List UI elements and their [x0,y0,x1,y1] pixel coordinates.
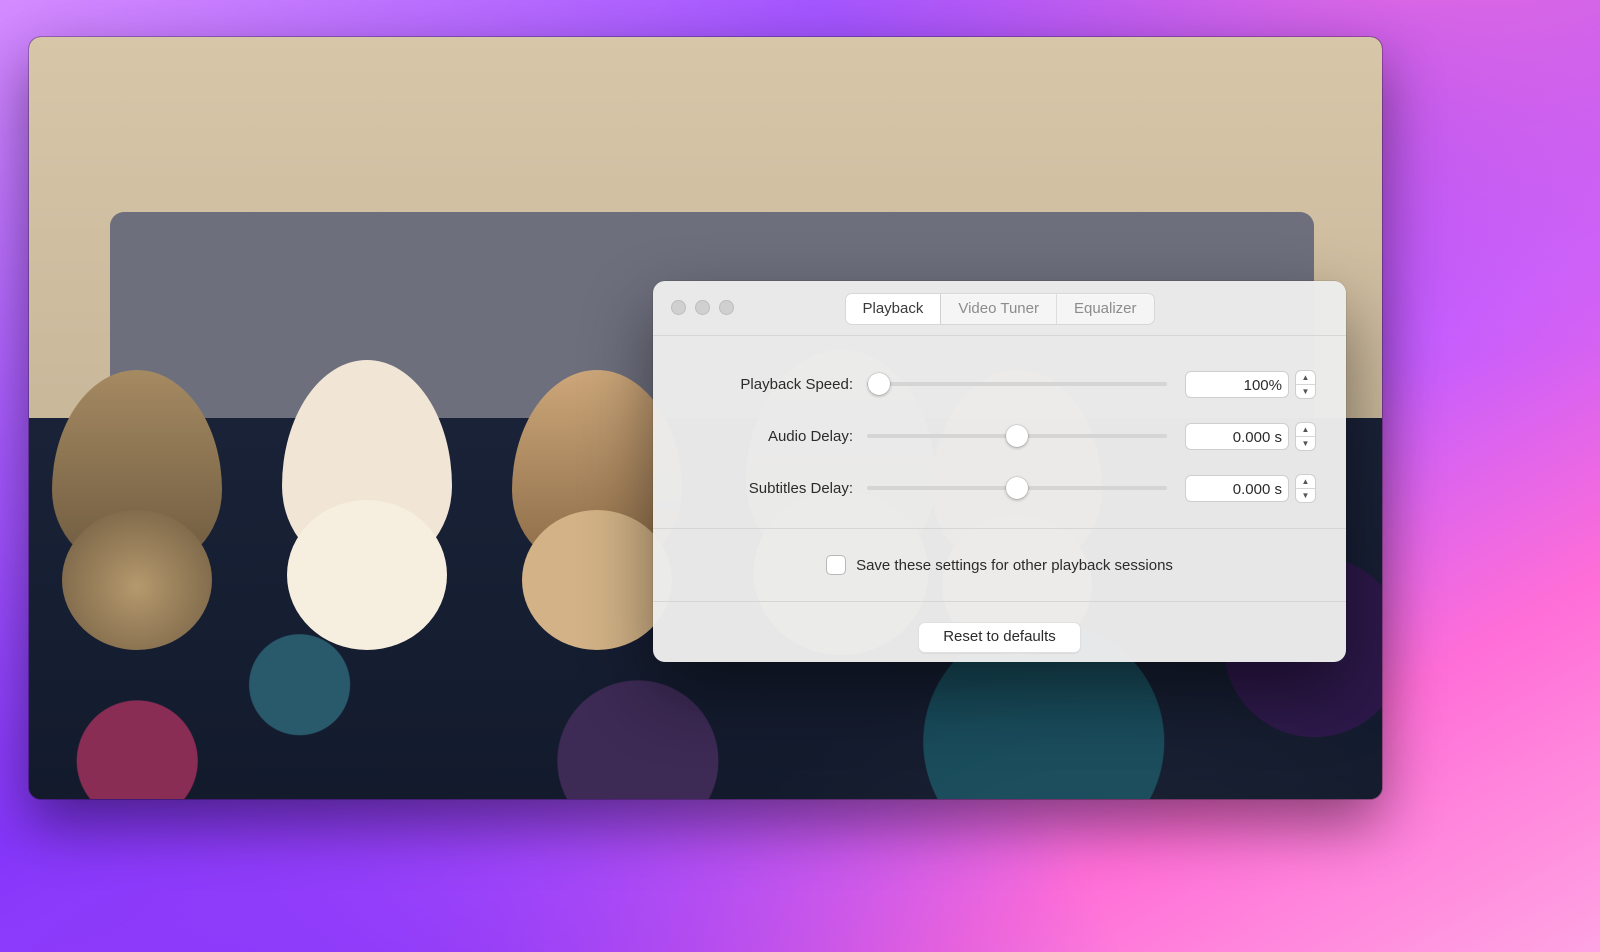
stepper-up-icon[interactable]: ▲ [1296,371,1315,385]
close-window-button[interactable] [671,300,686,315]
playback-speed-slider[interactable] [867,382,1167,386]
reset-to-defaults-button[interactable]: Reset to defaults [918,622,1081,653]
subtitles-delay-value[interactable]: 0.000 s [1185,475,1289,502]
panel-titlebar: Playback Video Tuner Equalizer [653,281,1346,336]
audio-delay-stepper[interactable]: ▲ ▼ [1295,422,1316,451]
stepper-down-icon[interactable]: ▼ [1296,437,1315,450]
stepper-up-icon[interactable]: ▲ [1296,475,1315,489]
subtitles-delay-thumb[interactable] [1006,477,1028,499]
audio-delay-slider[interactable] [867,434,1167,438]
subtitles-delay-slider[interactable] [867,486,1167,490]
playback-speed-label: Playback Speed: [683,376,867,393]
save-settings-label: Save these settings for other playback s… [856,557,1173,574]
stepper-up-icon[interactable]: ▲ [1296,423,1315,437]
subtitles-delay-row: Subtitles Delay: 0.000 s ▲ ▼ [683,462,1316,514]
save-settings-checkbox[interactable] [826,555,846,575]
minimize-window-button[interactable] [695,300,710,315]
settings-tabs: Playback Video Tuner Equalizer [844,293,1154,325]
playback-speed-value[interactable]: 100% [1185,371,1289,398]
window-controls [671,300,734,315]
audio-delay-label: Audio Delay: [683,428,867,445]
stepper-down-icon[interactable]: ▼ [1296,489,1315,502]
playback-speed-row: Playback Speed: 100% ▲ ▼ [683,358,1316,410]
playback-settings-panel: Playback Video Tuner Equalizer Playback … [653,281,1346,662]
zoom-window-button[interactable] [719,300,734,315]
subtitles-delay-label: Subtitles Delay: [683,480,867,497]
audio-delay-value[interactable]: 0.000 s [1185,423,1289,450]
tab-video-tuner[interactable]: Video Tuner [940,294,1056,324]
tab-equalizer[interactable]: Equalizer [1056,294,1154,324]
playback-speed-stepper[interactable]: ▲ ▼ [1295,370,1316,399]
save-settings-row: Save these settings for other playback s… [683,529,1316,601]
tab-playback[interactable]: Playback [845,294,940,324]
playback-speed-thumb[interactable] [868,373,890,395]
audio-delay-thumb[interactable] [1006,425,1028,447]
subtitles-delay-stepper[interactable]: ▲ ▼ [1295,474,1316,503]
audio-delay-row: Audio Delay: 0.000 s ▲ ▼ [683,410,1316,462]
stepper-down-icon[interactable]: ▼ [1296,385,1315,398]
